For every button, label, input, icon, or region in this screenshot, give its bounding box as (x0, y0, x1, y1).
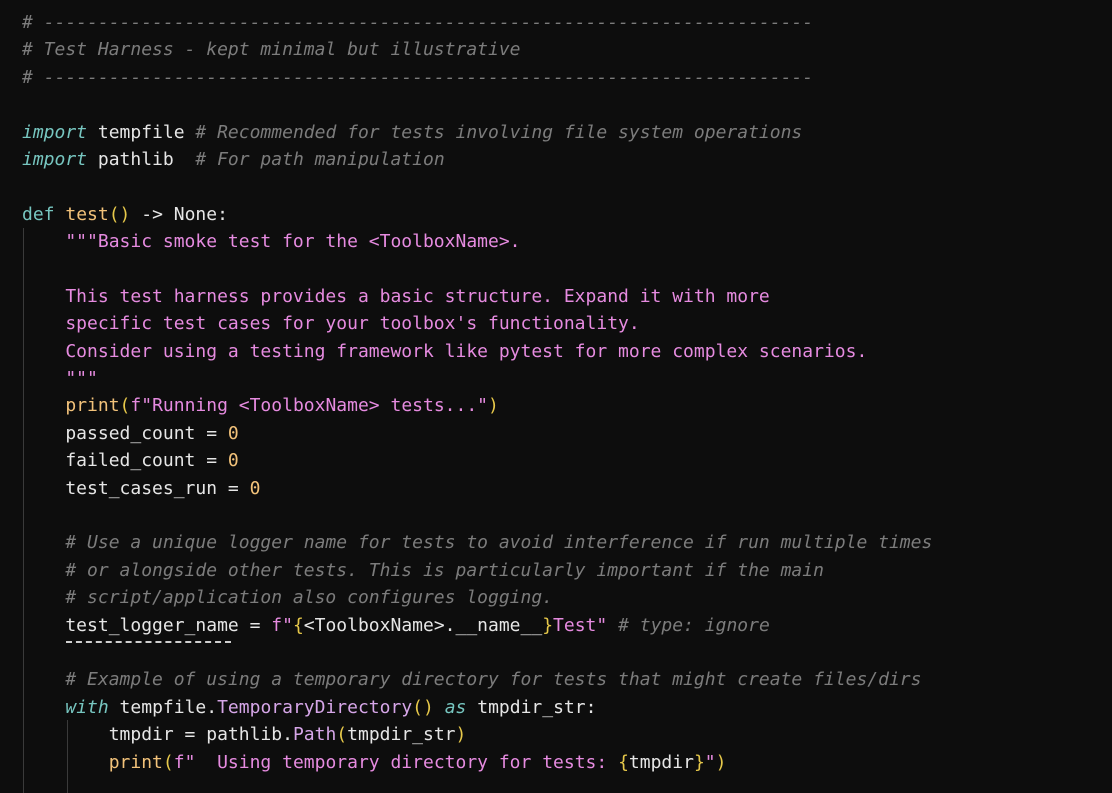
code-token: ) (488, 395, 499, 417)
code-token: ( (162, 751, 174, 773)
code-line[interactable]: # Use a unique logger name for tests to … (22, 529, 1112, 556)
code-line[interactable]: with tempfile.TemporaryDirectory() as tm… (22, 694, 1112, 721)
code-line[interactable]: tmpdir = pathlib.Path(tmpdir_str) (22, 721, 1112, 748)
code-token: # Use a unique logger name for tests to … (22, 532, 933, 554)
code-token: -> None: (130, 203, 228, 225)
code-token: print (65, 395, 120, 417)
code-token: tmpdir (628, 751, 694, 773)
code-token: tmpdir = pathlib. (22, 724, 293, 746)
code-token: test_logger_name = (22, 614, 272, 636)
code-line[interactable]: failed_count = 0 (22, 447, 1112, 474)
code-token: print (108, 751, 163, 773)
code-line[interactable] (22, 173, 1112, 200)
code-line[interactable]: test_cases_run = 0 (22, 475, 1112, 502)
code-line[interactable]: # --------------------------------------… (22, 64, 1112, 91)
code-token: pathlib (87, 148, 196, 170)
code-token: # or alongside other tests. This is part… (22, 559, 824, 581)
code-token: } (693, 751, 705, 773)
code-token: tmpdir_str (347, 724, 456, 746)
code-token: specific test cases for your toolbox's f… (22, 313, 640, 335)
code-line[interactable]: # or alongside other tests. This is part… (22, 557, 1112, 584)
code-token: Test" (553, 614, 608, 636)
code-token: f"Running <ToolboxName> tests..." (130, 395, 489, 417)
code-token: { (292, 614, 304, 636)
code-token: tempfile (87, 121, 196, 143)
code-token: """Basic smoke test for the <ToolboxName… (22, 231, 521, 253)
code-line[interactable]: import pathlib # For path manipulation (22, 146, 1112, 173)
code-token: { (618, 751, 629, 773)
code-line[interactable]: # script/application also configures log… (22, 584, 1112, 611)
code-token: " (704, 751, 716, 773)
code-token: # --------------------------------------… (22, 66, 814, 88)
code-line[interactable]: test_logger_name = f"{<ToolboxName>.__na… (22, 612, 1112, 639)
code-line[interactable]: """Basic smoke test for the <ToolboxName… (22, 228, 1112, 255)
code-token: Path (292, 724, 337, 746)
code-token: <ToolboxName>.__name__ (303, 614, 543, 636)
code-line[interactable]: # Test Harness - kept minimal but illust… (22, 36, 1112, 63)
code-token: as (444, 696, 467, 718)
code-token: () (412, 696, 434, 718)
code-token: test_cases_run = (22, 477, 250, 499)
code-token: ) (455, 724, 467, 746)
code-line[interactable]: This test harness provides a basic struc… (22, 283, 1112, 310)
code-line[interactable]: # Example of using a temporary directory… (22, 666, 1112, 693)
code-token: # --------------------------------------… (22, 12, 814, 33)
code-token: # Recommended for tests involving file s… (195, 121, 803, 143)
code-line[interactable]: """ (22, 365, 1112, 392)
code-token: f" (271, 614, 293, 636)
code-line[interactable]: Consider using a testing framework like … (22, 338, 1112, 365)
code-token: ) (715, 751, 727, 773)
code-line[interactable] (22, 256, 1112, 283)
code-token: } (542, 614, 554, 636)
code-token: def (22, 203, 55, 225)
code-token: failed_count = (22, 450, 228, 472)
code-line[interactable] (22, 502, 1112, 529)
code-line[interactable]: specific test cases for your toolbox's f… (22, 310, 1112, 337)
code-token: ( (119, 395, 131, 417)
code-line[interactable]: # --------------------------------------… (22, 9, 1112, 36)
code-token: 0 (227, 450, 239, 472)
code-token: This test harness provides a basic struc… (22, 285, 770, 307)
code-line[interactable]: import tempfile # Recommended for tests … (22, 119, 1112, 146)
code-editor[interactable]: # --------------------------------------… (0, 0, 1112, 793)
code-line[interactable] (22, 639, 1112, 666)
code-lines: # --------------------------------------… (22, 9, 1112, 776)
code-line[interactable]: def test() -> None: (22, 201, 1112, 228)
code-token: # Example of using a temporary directory… (22, 669, 922, 691)
code-token: # script/application also configures log… (22, 587, 554, 609)
code-token: tempfile. (108, 696, 218, 718)
code-line[interactable] (22, 91, 1112, 118)
code-line[interactable]: passed_count = 0 (22, 420, 1112, 447)
code-token: import (22, 148, 88, 170)
code-token: passed_count = (22, 422, 228, 444)
code-token: # type: ignore (607, 614, 770, 636)
code-token: TemporaryDirectory (217, 696, 413, 718)
code-token: Consider using a testing framework like … (22, 340, 868, 362)
code-token: """ (22, 368, 98, 390)
code-token: test (65, 203, 109, 225)
code-token: 0 (227, 422, 239, 444)
code-token: ( (336, 724, 348, 746)
code-token: import (22, 121, 88, 143)
code-line[interactable]: print(f"Running <ToolboxName> tests...") (22, 392, 1112, 419)
code-token: with (65, 696, 109, 718)
code-token: () (108, 203, 131, 225)
code-token: tmpdir_str: (466, 696, 597, 718)
code-token: # For path manipulation (195, 148, 445, 170)
code-token: 0 (249, 477, 261, 499)
code-line[interactable]: print(f" Using temporary directory for t… (22, 749, 1112, 776)
code-token: # Test Harness - kept minimal but illust… (22, 39, 521, 61)
code-token: f" Using temporary directory for tests: (173, 751, 619, 773)
